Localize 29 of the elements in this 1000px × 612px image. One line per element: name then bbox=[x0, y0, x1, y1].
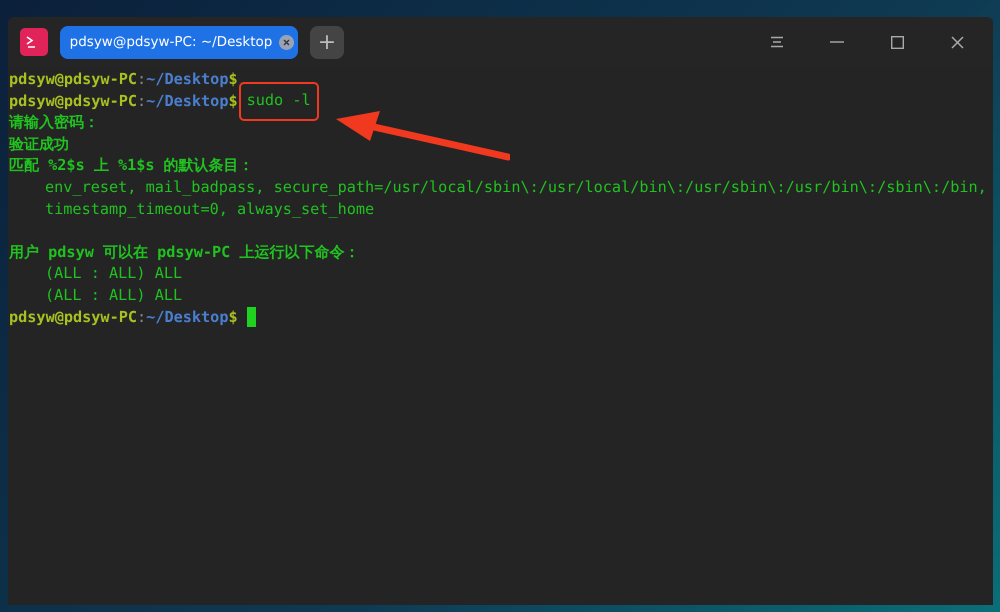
prompt-path: ~/Desktop bbox=[146, 69, 228, 90]
prompt-user: pdsyw@pdsyw-PC bbox=[9, 306, 138, 328]
output-text: 匹配 %2$s 上 %1$s 的默认条目： bbox=[9, 155, 254, 176]
prompt-separator: : bbox=[137, 69, 146, 90]
command-text: sudo -l bbox=[240, 84, 317, 120]
prompt-user: pdsyw@pdsyw-PC bbox=[9, 69, 138, 90]
prompt-path: ~/Desktop bbox=[146, 306, 228, 328]
prompt-separator: : bbox=[137, 306, 146, 328]
close-icon bbox=[950, 36, 964, 48]
output-text: env_reset, mail_badpass, secure_path=/usr/local/sbin\:/usr/local/bin\:/usr/sbin\:/usr/bin\:/sbin\:/bin, bbox=[45, 176, 987, 198]
output-text: 请输入密码： bbox=[9, 112, 99, 134]
output-text: 用户 pdsyw 可以在 pdsyw-PC 上运行以下命令： bbox=[9, 242, 360, 263]
close-tab-icon[interactable] bbox=[279, 34, 294, 50]
output-text: timestamp_timeout=0, always_set_home bbox=[45, 198, 374, 220]
prompt-symbol: $ bbox=[228, 90, 238, 112]
new-tab-button[interactable]: + bbox=[310, 26, 344, 58]
prompt-separator: : bbox=[137, 90, 146, 112]
menu-icon bbox=[770, 36, 784, 48]
minimize-icon bbox=[830, 41, 844, 43]
prompt-user: pdsyw@pdsyw-PC bbox=[9, 90, 138, 112]
output-text: (ALL : ALL) ALL bbox=[45, 284, 182, 306]
prompt-symbol: $ bbox=[228, 306, 238, 328]
output-text: 验证成功 bbox=[9, 134, 69, 155]
terminal-app-icon bbox=[20, 28, 48, 56]
output-text: (ALL : ALL) ALL bbox=[45, 263, 182, 284]
prompt-symbol: $ bbox=[228, 69, 238, 90]
terminal-tab[interactable]: pdsyw@pdsyw-PC: ~/Desktop bbox=[60, 26, 298, 58]
prompt-path: ~/Desktop bbox=[146, 90, 228, 112]
maximize-icon bbox=[890, 36, 904, 48]
